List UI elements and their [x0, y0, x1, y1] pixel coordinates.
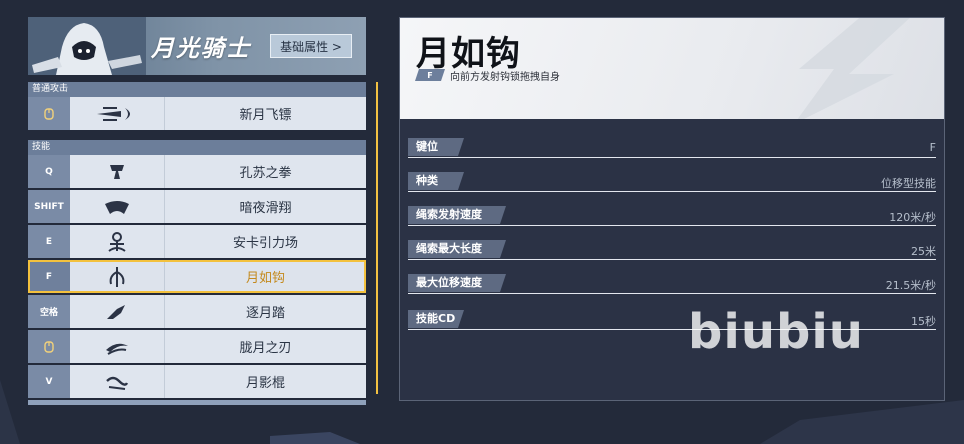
- scroll-indicator[interactable]: [376, 82, 378, 394]
- stat-row: 种类 位移型技能: [408, 170, 936, 192]
- stat-value: 120米/秒: [889, 211, 936, 224]
- skill-key: 空格: [28, 295, 70, 328]
- skill-row-space[interactable]: 空格 逐月踏: [28, 295, 366, 328]
- stat-value: 位移型技能: [881, 177, 936, 190]
- skill-description: 向前方发射钩锁拖拽自身: [450, 72, 560, 83]
- skill-key: V: [28, 365, 70, 398]
- skill-row-q[interactable]: Q 孔苏之拳: [28, 155, 366, 188]
- basic-attributes-button[interactable]: 基础属性 >: [270, 34, 352, 58]
- stat-row: 绳索发射速度 120米/秒: [408, 204, 936, 226]
- list-footer-bar: [28, 400, 366, 405]
- skill-row-v[interactable]: V 月影棍: [28, 365, 366, 398]
- skill-key: F: [28, 260, 70, 293]
- grappling-hook-icon: [70, 260, 165, 293]
- skill-name: 月影棍: [245, 376, 285, 391]
- stat-row: 绳索最大长度 25米: [408, 238, 936, 260]
- glide-wings-icon: [70, 190, 165, 223]
- stat-value: F: [929, 141, 936, 154]
- skill-detail-header: 月如钩 F 向前方发射钩锁拖拽自身: [400, 18, 944, 119]
- stat-label: 最大位移速度: [408, 274, 506, 292]
- stat-row: 最大位移速度 21.5米/秒: [408, 272, 936, 294]
- skill-key: Q: [28, 155, 70, 188]
- skill-key-badge: F: [415, 69, 445, 81]
- section-basic-attack: 普通攻击: [28, 82, 366, 97]
- skill-row-f[interactable]: F 月如钩: [28, 260, 366, 293]
- hero-header: 月光骑士 基础属性 >: [28, 17, 366, 75]
- stat-label: 键位: [408, 138, 464, 156]
- skill-name: 安卡引力场: [232, 236, 298, 251]
- lightning-decoration: [797, 18, 910, 119]
- skill-name: 逐月踏: [245, 306, 285, 321]
- fist-icon: [70, 155, 165, 188]
- stat-label: 技能CD: [408, 310, 464, 328]
- skill-row-e[interactable]: E 安卡引力场: [28, 225, 366, 258]
- moon-staff-icon: [70, 365, 165, 398]
- skill-name: 新月飞镖: [239, 108, 292, 123]
- skill-key: SHIFT: [28, 190, 70, 223]
- mouse-icon: [28, 97, 70, 130]
- crescent-dart-icon: [70, 97, 165, 130]
- skill-name: 孔苏之拳: [239, 166, 292, 181]
- skill-row-shift[interactable]: SHIFT 暗夜滑翔: [28, 190, 366, 223]
- section-skills: 技能: [28, 140, 366, 155]
- stat-value: 15秒: [911, 315, 936, 328]
- skill-name: 胧月之刃: [239, 341, 292, 356]
- moon-leap-icon: [70, 295, 165, 328]
- stat-value: 21.5米/秒: [885, 279, 936, 292]
- crescent-blade-icon: [70, 330, 165, 363]
- skill-row-basic-attack[interactable]: 新月飞镖: [28, 97, 366, 130]
- hero-name: 月光骑士: [151, 36, 251, 62]
- skill-key: E: [28, 225, 70, 258]
- hero-portrait: [28, 17, 146, 75]
- mouse-icon: [28, 330, 70, 363]
- stat-row: 键位 F: [408, 136, 936, 158]
- stat-label: 绳索最大长度: [408, 240, 506, 258]
- skill-row-mouse[interactable]: 胧月之刃: [28, 330, 366, 363]
- stat-label: 绳索发射速度: [408, 206, 506, 224]
- skill-name: 暗夜滑翔: [239, 201, 292, 216]
- watermark: biubiu: [688, 304, 864, 360]
- ankh-icon: [70, 225, 165, 258]
- stat-value: 25米: [911, 245, 936, 258]
- skill-name: 月如钩: [245, 271, 285, 286]
- stat-label: 种类: [408, 172, 464, 190]
